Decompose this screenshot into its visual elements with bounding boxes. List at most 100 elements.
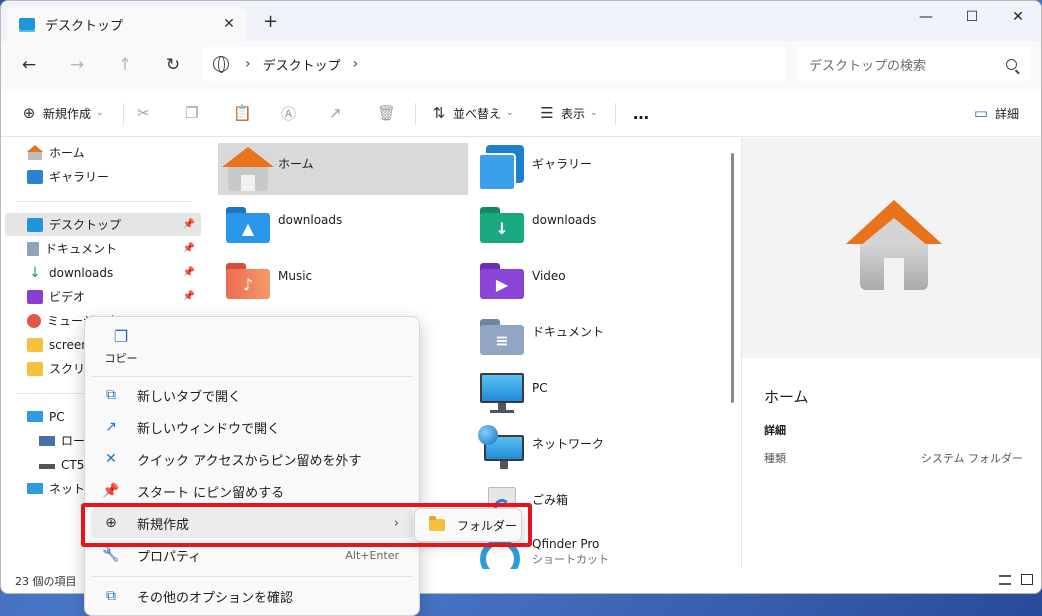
up-button[interactable]: ↑ — [113, 53, 137, 77]
menu-item-label: その他のオプションを確認 — [137, 590, 294, 606]
sidebar-item-documents[interactable]: ドキュメント 📌 — [5, 237, 201, 260]
home-icon — [222, 145, 274, 193]
pin-icon[interactable]: 📌 — [183, 267, 195, 278]
list-item-pc[interactable]: PC — [472, 367, 722, 419]
menu-item-open-new-window[interactable]: ↗ 新しいウィンドウで開く — [91, 412, 413, 442]
item-label: Music — [278, 269, 313, 283]
new-label: 新規作成 — [43, 106, 92, 121]
gallery-icon — [27, 169, 43, 184]
item-label: ホーム — [278, 157, 314, 171]
new-button[interactable]: ⊕ 新規作成 ⌄ — [17, 101, 104, 125]
keyboard-shortcut: Alt+Enter — [345, 548, 399, 562]
wrench-icon: 🔧 — [102, 547, 120, 563]
sort-button[interactable]: ⇅ 並べ替え ⌄ — [429, 101, 514, 125]
item-label: downloads — [532, 213, 597, 227]
tab-title: デスクトップ — [45, 18, 124, 34]
copy-icon: ❐ — [113, 327, 129, 346]
disk-icon — [39, 435, 55, 446]
more-options-button[interactable]: … — [633, 101, 649, 125]
desktop-icon — [19, 18, 35, 32]
list-item-video[interactable]: ▶ Video — [472, 255, 722, 307]
item-count: 23 個の項目 — [15, 575, 77, 588]
navigation-bar: ← → ↑ ↻ › デスクトップ › デスクトップの検索 — [1, 41, 1041, 89]
unpin-icon: ✕ — [105, 451, 117, 467]
share-icon[interactable]: ↗ — [329, 101, 353, 125]
vertical-scrollbar[interactable] — [731, 153, 734, 403]
list-view-icon[interactable] — [999, 575, 1011, 585]
chevron-down-icon: ⌄ — [96, 108, 104, 118]
item-label: downloads — [278, 213, 343, 227]
list-item-downloads-2[interactable]: ↓ downloads — [472, 199, 722, 251]
list-item-home[interactable]: ホーム — [218, 143, 468, 195]
details-button[interactable]: ▭ 詳細 — [971, 101, 1019, 125]
menu-item-more-options[interactable]: ⧉ その他のオプションを確認 — [91, 581, 413, 611]
maximize-button[interactable]: ☐ — [949, 1, 995, 33]
command-bar: ⊕ 新規作成 ⌄ ✂ ❐ 📋 Ⓐ ↗ 🗑 ⇅ 並べ替え ⌄ ☰ 表示 ⌄ … ▭… — [1, 89, 1041, 137]
details-type-key: 種類 — [764, 452, 786, 465]
menu-item-label: プロパティ — [137, 549, 202, 565]
details-type-value: システム フォルダー — [920, 452, 1023, 465]
refresh-button[interactable]: ↻ — [161, 53, 185, 77]
download-folder-icon: ↓ — [476, 201, 528, 249]
tile-view-icon[interactable] — [1021, 574, 1033, 585]
delete-icon[interactable]: 🗑 — [377, 101, 401, 125]
pin-icon[interactable]: 📌 — [183, 219, 195, 230]
item-label: ごみ箱 — [532, 493, 569, 507]
menu-item-label: 新しいタブで開く — [137, 389, 242, 405]
menu-item-pin-to-start[interactable]: 📌 スタート にピン留めする — [91, 476, 413, 506]
sidebar-label: PC — [49, 409, 65, 424]
sidebar-item-gallery[interactable]: ギャラリー — [5, 165, 201, 188]
sidebar-label: ギャラリー — [49, 170, 110, 184]
breadcrumb-separator[interactable]: › — [353, 56, 359, 72]
pin-icon[interactable]: 📌 — [183, 243, 195, 254]
view-button[interactable]: ☰ 表示 ⌄ — [537, 101, 597, 125]
cut-icon[interactable]: ✂ — [137, 101, 161, 125]
list-item-gallery[interactable]: ギャラリー — [472, 143, 722, 195]
open-tab-icon: ⧉ — [106, 387, 116, 403]
sidebar-item-videos[interactable]: ビデオ 📌 — [5, 285, 201, 308]
back-button[interactable]: ← — [17, 53, 41, 77]
video-icon — [27, 289, 43, 304]
drive-icon — [39, 464, 55, 469]
details-title: ホーム — [764, 388, 809, 406]
pin-icon: 📌 — [102, 483, 120, 499]
item-label: Video — [532, 269, 566, 283]
close-button[interactable]: ✕ — [995, 1, 1041, 33]
list-item-music[interactable]: ♪ Music — [218, 255, 468, 307]
sidebar-item-downloads[interactable]: ↓ downloads 📌 — [5, 261, 201, 284]
download-icon: ↓ — [29, 264, 41, 281]
tab-close-icon[interactable]: ✕ — [217, 16, 241, 32]
paste-icon[interactable]: 📋 — [233, 101, 257, 125]
documents-folder-icon: ≡ — [476, 313, 528, 361]
address-bar[interactable]: › デスクトップ › — [203, 47, 785, 81]
new-tab-button[interactable]: + — [263, 13, 278, 31]
view-icon: ☰ — [540, 104, 554, 122]
music-folder-icon: ♪ — [222, 257, 274, 305]
search-input[interactable]: デスクトップの検索 — [809, 55, 1006, 74]
list-item-network[interactable]: ネットワーク — [472, 423, 722, 475]
list-item-documents[interactable]: ≡ ドキュメント — [472, 311, 722, 363]
sidebar-item-desktop[interactable]: デスクトップ 📌 — [5, 213, 201, 236]
copy-button[interactable]: ❐ コピー — [103, 327, 139, 366]
list-item-downloads[interactable]: ▲ downloads — [218, 199, 468, 251]
menu-item-label: スタート にピン留めする — [137, 485, 285, 501]
menu-item-open-new-tab[interactable]: ⧉ 新しいタブで開く — [91, 380, 413, 410]
home-icon — [27, 144, 43, 160]
forward-button[interactable]: → — [65, 53, 89, 77]
sort-icon: ⇅ — [432, 104, 446, 122]
search-box[interactable]: デスクトップの検索 — [797, 47, 1031, 81]
breadcrumb-desktop[interactable]: デスクトップ — [263, 55, 341, 74]
rename-icon[interactable]: Ⓐ — [281, 101, 305, 125]
tab-desktop[interactable]: デスクトップ ✕ — [7, 7, 247, 41]
menu-item-unpin-quick-access[interactable]: ✕ クイック アクセスからピン留めを外す — [91, 444, 413, 474]
details-pane-icon: ▭ — [973, 104, 989, 122]
item-label: Qfinder Pro — [532, 537, 600, 551]
toolbar-divider — [415, 103, 416, 125]
sidebar-item-home[interactable]: ホーム — [5, 141, 201, 164]
minimize-button[interactable]: — — [903, 1, 949, 33]
copy-icon[interactable]: ❐ — [185, 101, 209, 125]
breadcrumb-separator[interactable]: › — [245, 56, 251, 72]
video-folder-icon: ▶ — [476, 257, 528, 305]
home-icon — [846, 200, 942, 292]
pin-icon[interactable]: 📌 — [183, 291, 195, 302]
